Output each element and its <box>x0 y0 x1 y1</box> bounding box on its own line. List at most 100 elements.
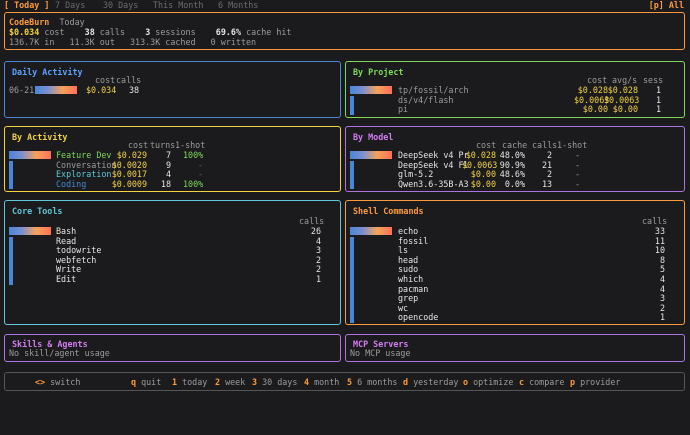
tool-calls: 1 <box>315 274 321 284</box>
summary-panel: CodeBurn Today $0.034 cost 38 calls 3 se… <box>4 12 685 50</box>
shell-calls-bar <box>350 236 354 247</box>
shortcut-label: provider <box>575 377 621 387</box>
model-col-oneshot: 1-shot <box>557 140 588 150</box>
shortcut-6-months[interactable]: 5 6 months <box>347 377 397 387</box>
model-col-calls: calls <box>532 140 558 150</box>
shortcut-label: optimize <box>468 377 514 387</box>
daily-calls: 38 <box>129 85 140 95</box>
activity-name: Coding <box>56 178 87 189</box>
shortcut-quit[interactable]: q quit <box>131 377 161 387</box>
total-cost: $0.034 <box>9 27 40 37</box>
shortcut-week[interactable]: 2 week <box>215 377 245 387</box>
activity-oneshot: 100% <box>183 178 204 189</box>
total-sessions: 3 <box>145 27 151 37</box>
shortcut-label: 30 days <box>257 377 298 387</box>
period-label: Today <box>59 17 85 27</box>
daily-date: 06-21 <box>9 85 35 95</box>
tool-calls-bar <box>9 227 51 235</box>
shortcut-30-days[interactable]: 3 30 days <box>252 377 297 387</box>
activity-cost-bar <box>9 179 13 190</box>
shortcut-label: today <box>177 377 208 387</box>
shell-calls-bar <box>350 265 354 275</box>
shell-commands-title: Shell Commands <box>353 206 424 216</box>
by-model-panel: By Model cost cache calls 1-shot DeepSee… <box>345 126 685 192</box>
model-cost-bar <box>350 170 354 180</box>
shortcut-label: switch <box>45 377 81 387</box>
token-stats: 136.7K in 11.3K out 313.3K cached 0 writ… <box>9 37 257 47</box>
model-oneshot: - <box>575 178 581 189</box>
by-model-title: By Model <box>353 132 394 142</box>
tool-name: Edit <box>56 274 77 284</box>
core-tools-title: Core Tools <box>12 206 63 216</box>
shell-calls-bar <box>350 284 354 295</box>
project-cost-bar <box>350 95 354 106</box>
model-cache: 0.0% <box>504 178 525 189</box>
tab-today[interactable]: [ Today ] <box>4 0 49 10</box>
cost-label: cost <box>44 27 65 37</box>
project-sessions: 1 <box>655 104 661 115</box>
shortcut-label: month <box>309 377 340 387</box>
shell-command-calls: 1 <box>659 312 665 323</box>
shell-calls-bar <box>350 255 354 266</box>
model-cost-bar <box>350 160 354 171</box>
shortcut-key: <> <box>35 377 46 387</box>
shell-calls-bar <box>350 246 354 256</box>
shortcut-label: 6 months <box>352 377 398 387</box>
mcp-servers-panel: MCP Servers No MCP usage <box>345 334 685 362</box>
daily-activity-panel: Daily Activity cost calls 06-21 $0.034 3… <box>4 61 341 118</box>
tab-30-days[interactable]: 30 Days <box>103 0 138 10</box>
daily-activity-title: Daily Activity <box>12 67 83 77</box>
project-cost-bar <box>350 105 354 115</box>
calls-label: calls <box>99 27 126 37</box>
activity-cost-bar <box>9 170 13 180</box>
mcp-servers-empty: No MCP usage <box>350 348 411 358</box>
sessions-label: sessions <box>155 27 196 37</box>
core-tools-panel: Core Tools calls Bash 26 Read 4 todowrite 3 we… <box>4 200 341 325</box>
shortcut-today[interactable]: 1 today <box>172 377 207 387</box>
tool-calls-bar <box>9 236 13 247</box>
by-activity-title: By Activity <box>12 132 68 142</box>
shortcut-optimize[interactable]: o optimize <box>463 377 513 387</box>
model-name: Qwen3.6-35B-A3 <box>398 178 469 189</box>
shell-calls-bar <box>350 313 354 323</box>
by-project-panel: By Project cost avg/s sess tp/fossil/arc… <box>345 61 685 118</box>
shell-commands-panel: Shell Commands calls echo 33 fossil 11 ls 10 h… <box>345 200 685 325</box>
tool-calls-bar <box>9 246 13 256</box>
total-calls: 38 <box>84 27 95 37</box>
tab-6-months[interactable]: 6 Months <box>218 0 258 10</box>
project-name: pi <box>398 104 409 115</box>
app-title: CodeBurn <box>9 17 50 27</box>
shell-calls-bar <box>350 294 354 304</box>
by-project-title: By Project <box>353 67 404 77</box>
shell-command-name: opencode <box>398 312 439 323</box>
by-activity-panel: By Activity cost turns 1-shot Feature De… <box>4 126 341 192</box>
shortcut-label: quit <box>136 377 162 387</box>
provider-selector[interactable]: [p] All <box>649 0 684 10</box>
activity-col-turns: turns <box>150 140 176 150</box>
tab-this-month[interactable]: This Month <box>153 0 203 10</box>
shell-calls-bar <box>350 303 354 314</box>
project-cost: $0.00 <box>582 104 608 115</box>
model-cost-bar <box>350 151 392 159</box>
shortcut-compare[interactable]: c compare <box>519 377 564 387</box>
shortcut-switch[interactable]: <> switch <box>35 377 80 387</box>
shortcut-yesterday[interactable]: d yesterday <box>403 377 458 387</box>
activity-cost-bar <box>9 160 13 171</box>
shortcut-provider[interactable]: p provider <box>570 377 620 387</box>
model-cost: $0.00 <box>470 178 496 189</box>
tab-7-days[interactable]: 7 Days <box>55 0 85 10</box>
shortcut-month[interactable]: 4 month <box>304 377 339 387</box>
project-avg: $0.00 <box>612 104 638 115</box>
keybinding-footer: <> switch q quit 1 today 2 week 3 30 days 4 m… <box>4 372 685 391</box>
tool-calls-bar <box>9 265 13 275</box>
shell-calls-bar <box>350 227 392 235</box>
activity-cost-bar <box>9 151 51 159</box>
activity-cost: $0.0009 <box>111 178 147 189</box>
shortcut-label: compare <box>524 377 565 387</box>
cache-hit-label: cache hit <box>246 27 292 37</box>
skills-agents-panel: Skills & Agents No skill/agent usage <box>4 334 341 362</box>
tool-calls-bar <box>9 255 13 266</box>
activity-turns: 18 <box>160 178 171 189</box>
daily-cost-bar <box>35 86 77 94</box>
project-cost-bar <box>350 86 392 94</box>
